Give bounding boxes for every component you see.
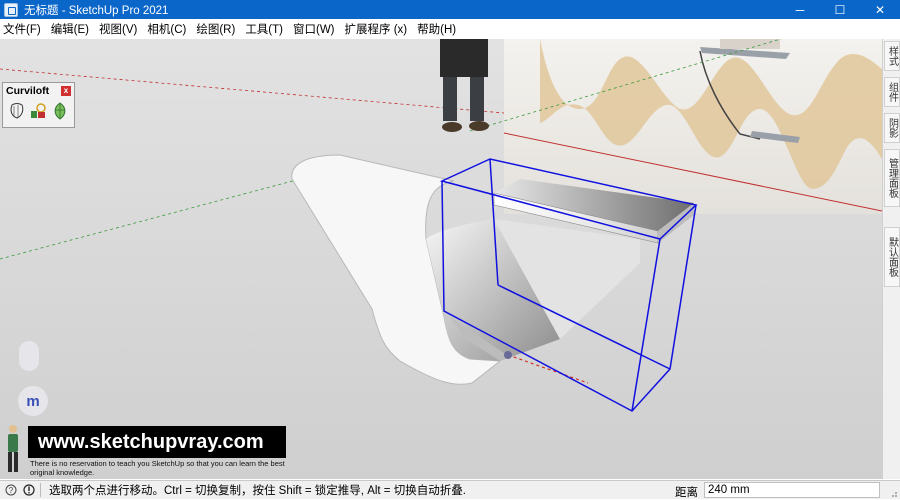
menu-bar: 文件(F) 编辑(E) 视图(V) 相机(C) 绘图(R) 工具(T) 窗口(W… (0, 19, 900, 39)
scene-canvas[interactable] (0, 39, 882, 479)
geo-location-icon[interactable]: ? (4, 483, 18, 497)
loft-by-spline-icon[interactable] (8, 101, 25, 121)
model-viewport[interactable] (0, 39, 882, 479)
tray-tab-styles[interactable]: 样式 (884, 41, 900, 71)
tray-tab-shadows[interactable]: 阴影 (884, 113, 900, 143)
menu-help[interactable]: 帮助(H) (417, 21, 456, 37)
window-title: 无标题 - SketchUp Pro 2021 (24, 4, 169, 17)
menu-tools[interactable]: 工具(T) (245, 21, 283, 37)
measurements-input[interactable]: 240 mm (704, 482, 880, 498)
tray-tab-components[interactable]: 组件 (884, 77, 900, 107)
menu-extensions[interactable]: 扩展程序 (x) (345, 21, 408, 37)
mascot-figure-icon (8, 425, 18, 472)
menu-edit[interactable]: 编辑(E) (51, 21, 89, 37)
curviloft-close-button[interactable]: x (61, 85, 71, 96)
maximize-button[interactable]: ☐ (820, 0, 860, 19)
svg-text:?: ? (9, 486, 14, 495)
floating-pill-button[interactable] (19, 341, 39, 371)
status-bar: ? 选取两个点进行移动。Ctrl = 切换复制，按住 Shift = 锁定推导,… (0, 480, 900, 499)
measurements-label: 距离 (675, 487, 698, 499)
floating-m-button[interactable]: m (18, 386, 48, 416)
info-icon[interactable] (22, 483, 36, 497)
default-tray: 样式 组件 阴影 管理面板 默认面板 (882, 39, 900, 479)
resize-grip-icon[interactable] (888, 488, 898, 498)
sketchup-logo-icon (4, 2, 18, 17)
status-message: 选取两个点进行移动。Ctrl = 切换复制，按住 Shift = 锁定推导, A… (49, 485, 466, 497)
menu-draw[interactable]: 绘图(R) (196, 21, 235, 37)
menu-file[interactable]: 文件(F) (3, 21, 41, 37)
minimize-button[interactable]: ─ (780, 0, 820, 19)
tray-tab-default[interactable]: 默认面板 (884, 227, 900, 287)
menu-window[interactable]: 窗口(W) (293, 21, 335, 37)
skin-contours-icon[interactable] (29, 101, 47, 121)
loft-along-path-icon[interactable] (51, 101, 69, 121)
watermark-tagline: There is no reservation to teach you Ske… (30, 459, 285, 477)
status-divider (40, 483, 41, 497)
tray-tab-manage[interactable]: 管理面板 (884, 149, 900, 207)
menu-view[interactable]: 视图(V) (99, 21, 137, 37)
curviloft-toolbar[interactable]: Curviloft x (2, 82, 75, 128)
curviloft-title: Curviloft (6, 84, 50, 97)
title-bar: 无标题 - SketchUp Pro 2021 ─ ☐ ✕ (0, 0, 900, 19)
watermark-banner: www.sketchupvray.com (28, 426, 286, 458)
close-button[interactable]: ✕ (860, 0, 900, 19)
menu-camera[interactable]: 相机(C) (147, 21, 186, 37)
